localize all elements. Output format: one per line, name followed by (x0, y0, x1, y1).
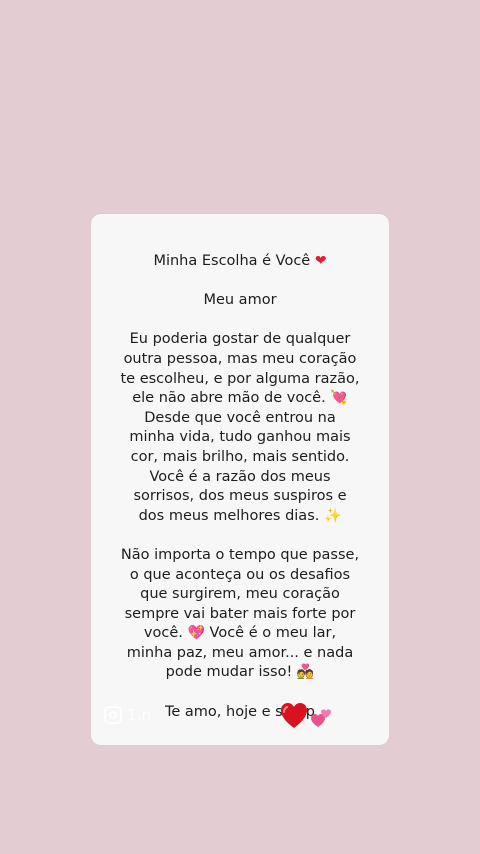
couple-with-heart-icon: 💑 (296, 664, 315, 681)
paragraph-line: sorrisos, dos meus suspiros e (133, 488, 347, 505)
paragraph-line: que surgirem, meu coração (140, 586, 340, 603)
paragraph-line: pode mudar isso! 💑 (91, 663, 389, 683)
paragraph-line: o que aconteça ou os desafios (129, 566, 351, 583)
closing-line: Te amo, hoje e semp (91, 703, 389, 723)
message-title: Minha Escolha é Você (153, 253, 311, 269)
paragraph-line: sempre vai bater mais forte por (124, 605, 356, 622)
paragraph-line: te escolheu, e por alguma razão, (120, 370, 360, 387)
large-red-heart-sticker-icon (281, 703, 307, 728)
title-line: Minha Escolha é Você ❤ (91, 252, 389, 272)
paragraph-text: ele não abre mão de você. (132, 390, 326, 407)
paragraph-line: Não importa o tempo que passe, (120, 546, 360, 563)
paragraph-text: Você é o meu lar, (209, 625, 337, 642)
paragraph-line: cor, mais brilho, mais sentido. (130, 448, 350, 465)
sparkles-icon: ✨ (323, 507, 342, 524)
two-hearts-icon (311, 709, 331, 727)
message-card: Minha Escolha é Você ❤ Meu amor Eu poder… (91, 214, 389, 745)
salutation: Meu amor (203, 292, 277, 309)
paragraph-line: outra pessoa, mas meu coração (123, 350, 357, 367)
paragraph-line: minha vida, tudo ganhou mais (129, 429, 351, 446)
red-heart-icon: ❤ (314, 253, 327, 269)
paragraph-text: você. (143, 625, 183, 642)
sparkling-heart-icon: 💖 (187, 625, 205, 642)
message-text: Minha Escolha é Você ❤ Meu amor Eu poder… (91, 252, 389, 722)
paragraph-line: Eu poderia gostar de qualquer (129, 331, 351, 348)
paragraph-line: Você é a razão dos meus (149, 468, 331, 485)
paragraph-line: Desde que você entrou na (144, 409, 336, 426)
paragraph-text: dos meus melhores dias. (138, 507, 320, 524)
paragraph-line: dos meus melhores dias. ✨ (91, 507, 389, 527)
paragraph-line: você. 💖 Você é o meu lar, (91, 624, 389, 644)
paragraph-text: pode mudar isso! (165, 664, 293, 681)
heart-with-arrow-icon: 💘 (330, 390, 348, 407)
paragraph-line: ele não abre mão de você. 💘 (91, 389, 389, 409)
paragraph-line: minha paz, meu amor... e nada (126, 644, 354, 661)
